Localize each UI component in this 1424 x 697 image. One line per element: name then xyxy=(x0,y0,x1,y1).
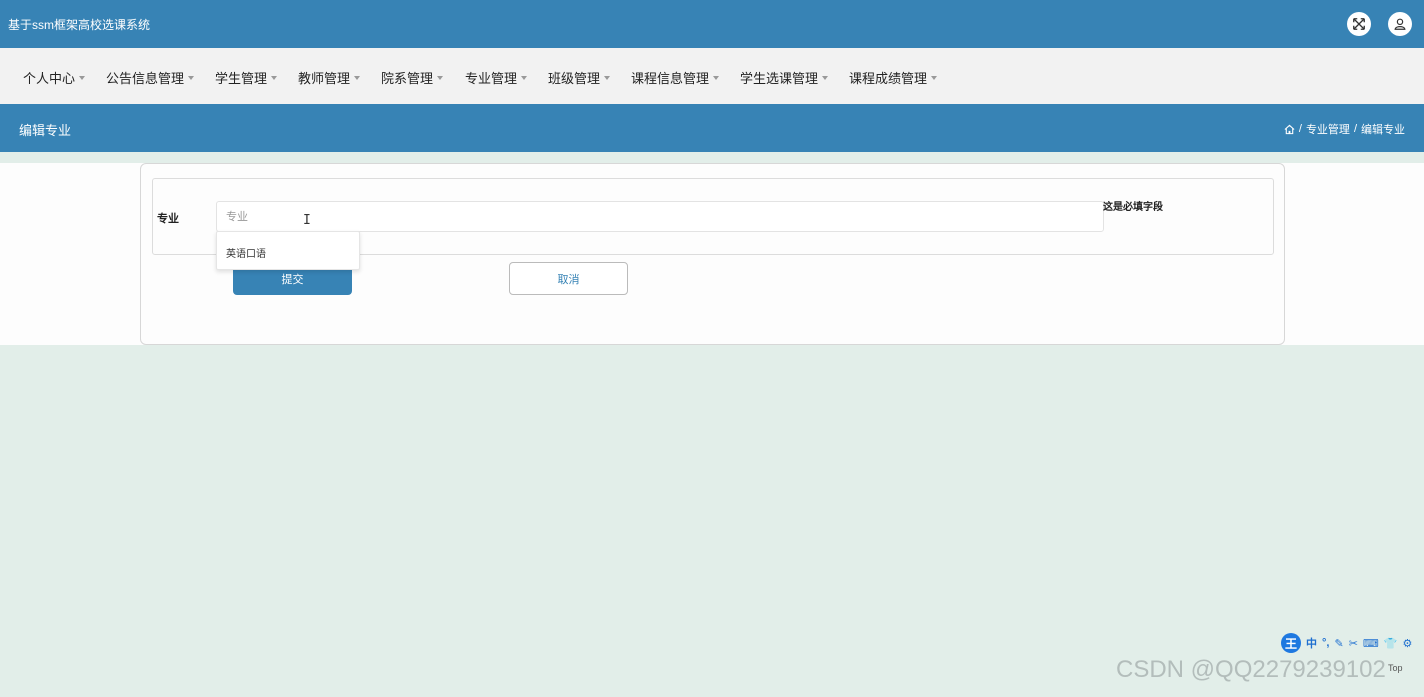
breadcrumb-separator: / xyxy=(1353,123,1357,135)
ime-punctuation-icon[interactable]: °, xyxy=(1322,637,1329,649)
nav-label: 学生选课管理 xyxy=(740,71,819,86)
nav-label: 班级管理 xyxy=(548,71,601,86)
ime-mode-toggle[interactable]: 中 xyxy=(1306,635,1317,651)
nav-label: 教师管理 xyxy=(298,71,351,86)
chevron-down-icon xyxy=(822,75,829,80)
chevron-down-icon xyxy=(604,75,611,80)
autocomplete-option[interactable]: 英语口语 xyxy=(226,245,266,260)
required-field-note: 这是必填字段 xyxy=(1103,202,1163,213)
breadcrumb-current: 编辑专业 xyxy=(1361,124,1405,136)
ime-pen-icon[interactable]: ✎ xyxy=(1334,637,1343,650)
nav-item-student-management[interactable]: 学生管理 xyxy=(215,68,278,87)
nav-label: 院系管理 xyxy=(381,71,434,86)
breadcrumb: / 专业管理 / 编辑专业 xyxy=(1284,121,1405,137)
page-title: 编辑专业 xyxy=(19,123,72,138)
nav-label: 课程信息管理 xyxy=(631,71,710,86)
watermark: CSDN @QQ2279239102 xyxy=(1116,656,1386,683)
nav-item-personal-center[interactable]: 个人中心 xyxy=(23,68,86,87)
app-title: 基于ssm框架高校选课系统 xyxy=(8,18,150,32)
chevron-down-icon xyxy=(271,75,278,80)
nav-label: 学生管理 xyxy=(215,71,268,86)
chevron-down-icon xyxy=(437,75,444,80)
nav-item-department-management[interactable]: 院系管理 xyxy=(381,68,444,87)
nav-item-course-info-management[interactable]: 课程信息管理 xyxy=(631,68,720,87)
ime-keyboard-icon[interactable]: ⌨ xyxy=(1363,637,1379,650)
chevron-down-icon xyxy=(79,75,86,80)
major-field-label: 专业 xyxy=(157,213,179,225)
cancel-button[interactable]: 取消 xyxy=(509,262,628,295)
user-icon[interactable] xyxy=(1388,12,1412,36)
nav-item-grade-management[interactable]: 课程成绩管理 xyxy=(849,68,938,87)
ime-scissors-icon[interactable]: ✂ xyxy=(1349,637,1358,650)
nav-item-class-management[interactable]: 班级管理 xyxy=(548,68,611,87)
main-nav: 个人中心 公告信息管理 学生管理 教师管理 院系管理 专业管理 班级管理 课程信… xyxy=(0,48,1424,104)
breadcrumb-separator: / xyxy=(1298,123,1302,135)
nav-label: 专业管理 xyxy=(465,71,518,86)
ime-logo-icon[interactable]: 王 xyxy=(1281,633,1301,653)
major-input[interactable] xyxy=(216,201,1104,232)
nav-label: 课程成绩管理 xyxy=(849,71,928,86)
ime-skin-icon[interactable]: 👕 xyxy=(1384,637,1398,650)
chevron-down-icon xyxy=(931,75,938,80)
expand-arrows-icon xyxy=(1353,18,1365,30)
text-cursor-icon: I xyxy=(303,213,311,228)
breadcrumb-parent[interactable]: 专业管理 xyxy=(1306,121,1350,137)
chevron-down-icon xyxy=(713,75,720,80)
ime-toolbar: 王 中 °, ✎ ✂ ⌨ 👕 ⚙ xyxy=(1281,633,1412,653)
back-to-top-link[interactable]: Top xyxy=(1388,663,1403,673)
nav-item-teacher-management[interactable]: 教师管理 xyxy=(298,68,361,87)
person-icon xyxy=(1394,18,1406,30)
nav-item-course-selection-management[interactable]: 学生选课管理 xyxy=(740,68,829,87)
ime-settings-icon[interactable]: ⚙ xyxy=(1403,637,1413,650)
chevron-down-icon xyxy=(188,75,195,80)
chevron-down-icon xyxy=(354,75,361,80)
autocomplete-dropdown: 英语口语 xyxy=(216,231,360,270)
page-header: 编辑专业 / 专业管理 / 编辑专业 xyxy=(0,104,1424,152)
top-bar: 基于ssm框架高校选课系统 xyxy=(0,0,1424,48)
nav-label: 个人中心 xyxy=(23,71,76,86)
chevron-down-icon xyxy=(521,75,528,80)
fullscreen-icon[interactable] xyxy=(1347,12,1371,36)
nav-label: 公告信息管理 xyxy=(106,71,185,86)
nav-item-major-management[interactable]: 专业管理 xyxy=(465,68,528,87)
nav-item-notice-management[interactable]: 公告信息管理 xyxy=(106,68,195,87)
home-icon[interactable] xyxy=(1284,124,1295,135)
